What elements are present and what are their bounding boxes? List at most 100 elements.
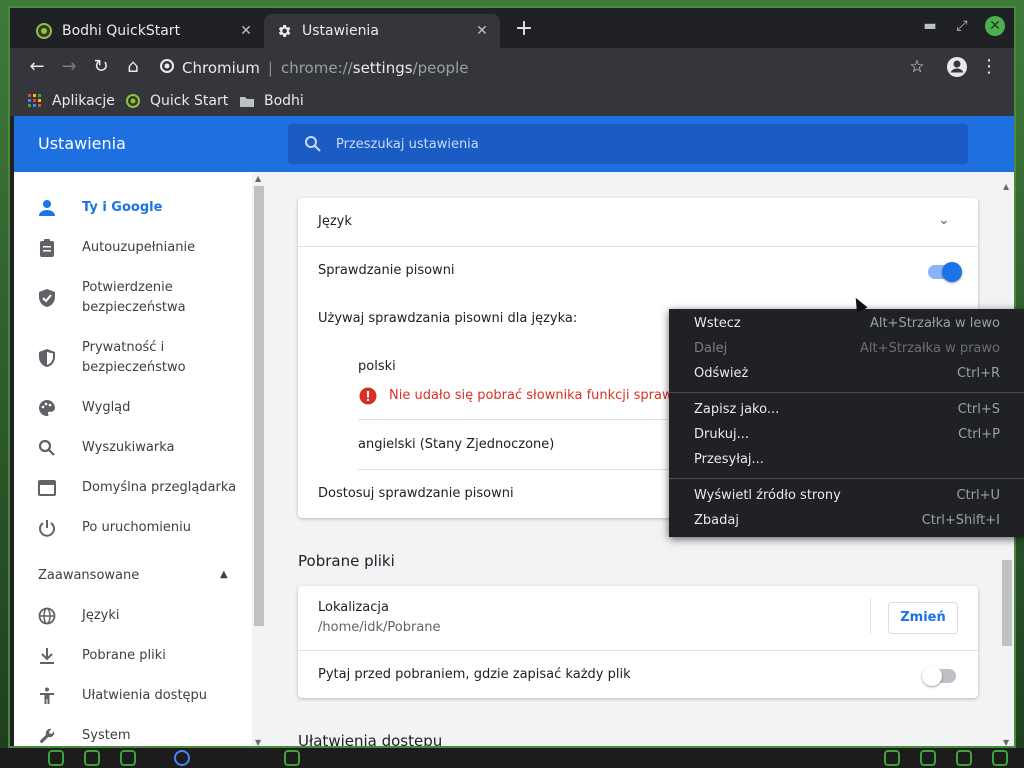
ctx-item-reload[interactable]: Odśwież Ctrl+R (669, 362, 1024, 386)
omnibox[interactable]: Chromium | chrome:// settings /people (160, 54, 890, 82)
taskbar-app-icon[interactable] (48, 750, 64, 766)
taskbar-tray-icon[interactable] (920, 750, 936, 766)
close-window-button[interactable]: ✕ (985, 16, 1005, 36)
menu-item-shortcut: Alt+Strzałka w lewo (869, 316, 1000, 331)
search-input[interactable]: Przeszukaj ustawienia (288, 124, 968, 164)
taskbar-app-icon[interactable] (84, 750, 100, 766)
customize-spellcheck-link[interactable]: Dostosuj sprawdzanie pisowni (318, 486, 514, 501)
change-location-button[interactable]: Zmień (888, 602, 958, 634)
back-button[interactable]: ← (24, 54, 50, 80)
bookmark-quick-start[interactable]: Quick Start (126, 90, 228, 112)
chevron-down-icon[interactable]: ⌄ (938, 212, 950, 228)
sidebar-item-label: Wygląd (82, 400, 131, 415)
main-scroll-thumb[interactable] (1002, 560, 1012, 646)
close-tab-icon[interactable]: ✕ (236, 23, 256, 39)
sidebar-item-label-line2: bezpieczeństwo (82, 360, 186, 375)
bookmark-label: Aplikacje (52, 93, 115, 109)
taskbar-app-icon[interactable] (174, 750, 190, 766)
star-icon[interactable]: ☆ (904, 54, 930, 80)
caret-up-icon[interactable]: ▲ (220, 569, 228, 580)
taskbar-app-icon[interactable] (120, 750, 136, 766)
close-tab-icon[interactable]: ✕ (472, 23, 492, 39)
bodhi-leaf-icon (126, 94, 140, 108)
ctx-item-cast[interactable]: Przesyłaj... (669, 448, 1024, 472)
sidebar-item-ty-i-google[interactable]: Ty i Google (14, 190, 252, 226)
menu-item-label: Dalej (694, 341, 728, 356)
sidebar-scrollbar[interactable]: ▲ ▼ (252, 172, 266, 746)
downloads-card: Lokalizacja /home/idk/Pobrane Zmień Pyta… (298, 586, 978, 698)
ctx-item-inspect[interactable]: Zbadaj Ctrl+Shift+I (669, 509, 1024, 533)
sidebar-advanced-toggle[interactable]: Zaawansowane (38, 568, 139, 583)
menu-item-shortcut: Ctrl+P (958, 427, 1000, 442)
search-icon (304, 135, 322, 153)
sidebar-item-domyslna-przegladarka[interactable]: Domyślna przeglądarka (14, 470, 252, 506)
sidebar-scroll-thumb[interactable] (254, 186, 264, 626)
home-button[interactable]: ⌂ (120, 54, 146, 80)
menu-separator (669, 392, 1024, 393)
sidebar-item-label: Ułatwienia dostępu (82, 688, 208, 703)
accessibility-icon (38, 687, 56, 705)
apps-grid-icon (28, 94, 42, 108)
bookmark-bodhi[interactable]: Bodhi (240, 90, 304, 112)
ctx-item-print[interactable]: Drukuj... Ctrl+P (669, 423, 1024, 447)
scroll-down-icon[interactable]: ▼ (255, 738, 261, 746)
scroll-up-icon[interactable]: ▲ (1003, 182, 1009, 191)
profile-avatar[interactable] (944, 54, 970, 80)
gear-icon (276, 23, 292, 39)
ctx-item-forward[interactable]: Dalej Alt+Strzałka w prawo (669, 337, 1024, 361)
ctx-item-save-as[interactable]: Zapisz jako... Ctrl+S (669, 398, 1024, 422)
ask-where-save-label: Pytaj przed pobraniem, gdzie zapisać każ… (318, 667, 631, 682)
spellcheck-toggle[interactable] (928, 262, 962, 282)
language-section-title[interactable]: Język (318, 214, 352, 229)
sidebar-item-label: Domyślna przeglądarka (82, 480, 237, 495)
spellcheck-lang-polish: polski (358, 359, 396, 374)
sidebar-item-wyszukiwarka[interactable]: Wyszukiwarka (14, 430, 252, 466)
menu-item-shortcut: Ctrl+S (957, 402, 1000, 417)
sidebar-item-system[interactable]: System (14, 718, 252, 746)
taskbar-tray-icon[interactable] (992, 750, 1008, 766)
sidebar-item-potwierdzenie-bezpieczenstwa[interactable]: Potwierdzenie bezpieczeństwa (14, 270, 252, 326)
wrench-icon (38, 727, 56, 745)
reload-button[interactable]: ↻ (88, 54, 114, 80)
sidebar-item-label: Wyszukiwarka (82, 440, 175, 455)
taskbar-tray-icon[interactable] (956, 750, 972, 766)
person-icon (38, 199, 56, 217)
toggle-knob (942, 262, 962, 282)
sidebar-item-autouzupelnianie[interactable]: Autouzupełnianie (14, 230, 252, 266)
spellcheck-label: Sprawdzanie pisowni (318, 263, 455, 278)
sidebar-item-po-uruchomieniu[interactable]: Po uruchomieniu (14, 510, 252, 546)
ctx-item-back[interactable]: Wstecz Alt+Strzałka w lewo (669, 312, 1024, 336)
sidebar-item-pobrane-pliki[interactable]: Pobrane pliki (14, 638, 252, 674)
ctx-item-view-source[interactable]: Wyświetl źródło strony Ctrl+U (669, 484, 1024, 508)
bookmark-aplikacje[interactable]: Aplikacje (28, 90, 115, 112)
scroll-up-icon[interactable]: ▲ (255, 174, 261, 183)
location-label: Lokalizacja (318, 600, 389, 615)
maximize-icon[interactable]: ⤢ (952, 16, 972, 36)
search-placeholder: Przeszukaj ustawienia (336, 136, 479, 152)
divider (870, 598, 871, 634)
minimize-icon[interactable]: ▬ (920, 16, 940, 36)
shield-half-icon (38, 349, 56, 367)
menu-separator (669, 478, 1024, 479)
tab-bodhi-quickstart[interactable]: Bodhi QuickStart ✕ (24, 14, 264, 48)
sidebar-item-wyglad[interactable]: Wygląd (14, 390, 252, 426)
globe-icon (38, 607, 56, 625)
sidebar-item-ulatwienia-dostepu[interactable]: Ułatwienia dostępu (14, 678, 252, 714)
sidebar-item-label: Prywatność i (82, 340, 165, 355)
omnibox-separator: | (267, 59, 273, 77)
context-menu: Wstecz Alt+Strzałka w lewo Dalej Alt+Str… (669, 309, 1024, 537)
scroll-down-icon[interactable]: ▼ (1003, 738, 1009, 746)
sidebar-item-prywatnosc[interactable]: Prywatność i bezpieczeństwo (14, 330, 252, 386)
bookmark-label: Quick Start (150, 93, 229, 109)
menu-item-label: Zbadaj (694, 513, 739, 528)
taskbar-tray-icon[interactable] (884, 750, 900, 766)
new-tab-button[interactable]: + (512, 18, 536, 42)
spellcheck-error-text: Nie udało się pobrać słownika funkcji sp… (389, 388, 716, 403)
forward-button[interactable]: → (56, 54, 82, 80)
tab-title: Bodhi QuickStart (62, 23, 181, 39)
ask-where-save-toggle[interactable] (922, 666, 956, 686)
menu-kebab-icon[interactable]: ⋮ (976, 54, 1002, 80)
taskbar-app-icon[interactable] (284, 750, 300, 766)
tab-ustawienia[interactable]: Ustawienia ✕ (264, 14, 500, 48)
sidebar-item-jezyki[interactable]: Języki (14, 598, 252, 634)
